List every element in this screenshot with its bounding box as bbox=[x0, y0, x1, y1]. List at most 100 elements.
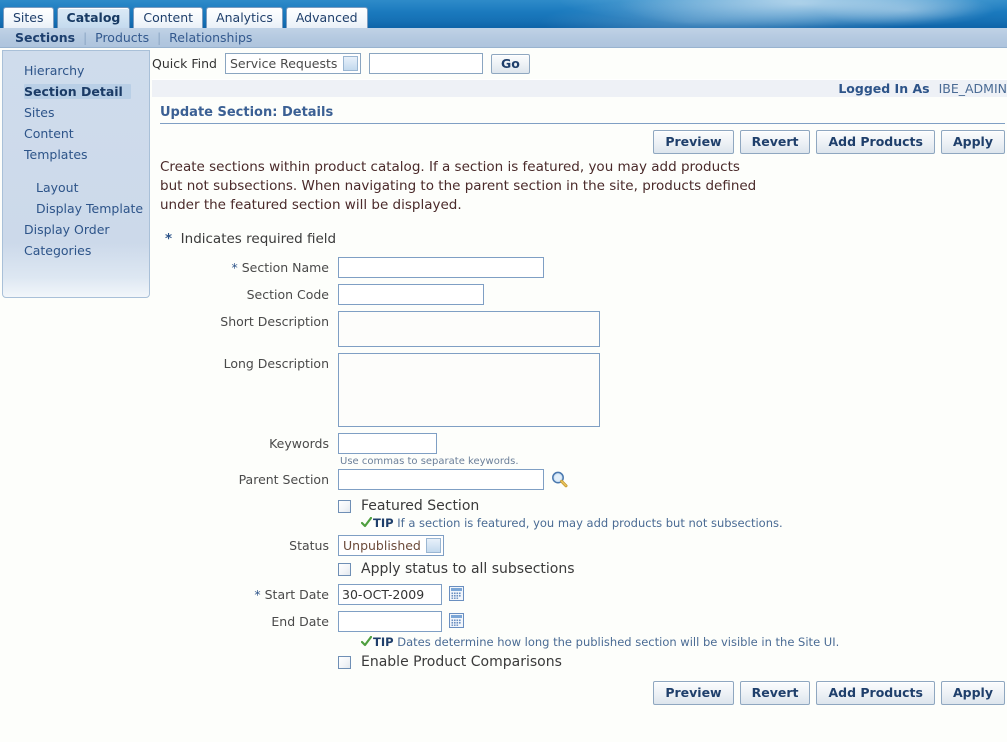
banner-swoosh-decoration bbox=[560, 0, 1007, 26]
field-row-long-description: Long Description bbox=[160, 353, 1007, 427]
sidebar-item-label: Templates bbox=[24, 147, 88, 162]
tab-content-label: Content bbox=[143, 10, 194, 25]
add-products-button[interactable]: Add Products bbox=[816, 130, 935, 154]
parent-section-search-button[interactable] bbox=[551, 471, 568, 488]
keywords-control: Use commas to separate keywords. bbox=[338, 433, 519, 467]
application-window: Sites Catalog Content Analytics Advanced… bbox=[0, 0, 1007, 742]
sidebar-item-display-order[interactable]: Display Order bbox=[3, 219, 149, 240]
section-name-control bbox=[338, 257, 544, 278]
tab-analytics[interactable]: Analytics bbox=[206, 7, 283, 28]
bottom-action-button-row: Preview Revert Add Products Apply bbox=[160, 681, 1005, 705]
short-description-textarea[interactable] bbox=[338, 311, 600, 347]
parent-section-input[interactable] bbox=[338, 469, 544, 490]
dates-tip: TIP Dates determine how long the publish… bbox=[361, 635, 839, 649]
featured-section-checkbox[interactable] bbox=[338, 500, 351, 513]
parent-section-control bbox=[338, 469, 568, 490]
tip-label: TIP bbox=[373, 516, 394, 530]
label-text: Section Name bbox=[241, 260, 329, 275]
section-name-label: * Section Name bbox=[160, 257, 338, 275]
featured-section-tip: TIP If a section is featured, you may ad… bbox=[361, 516, 783, 530]
calendar-icon bbox=[449, 613, 464, 628]
keywords-hint: Use commas to separate keywords. bbox=[340, 456, 519, 467]
tip-text: If a section is featured, you may add pr… bbox=[397, 516, 783, 530]
dates-tip-row: TIP Dates determine how long the publish… bbox=[160, 634, 1007, 649]
long-description-textarea[interactable] bbox=[338, 353, 600, 427]
required-field-note: * Indicates required field bbox=[160, 231, 1007, 247]
status-select[interactable]: Unpublished bbox=[338, 535, 444, 556]
sidebar-item-section-detail[interactable]: Section Detail bbox=[3, 81, 149, 102]
apply-status-all-checkbox[interactable] bbox=[338, 563, 351, 576]
long-description-control bbox=[338, 353, 600, 427]
status-control: Unpublished bbox=[338, 535, 444, 556]
tab-sites-label: Sites bbox=[13, 10, 44, 25]
page-title: Update Section: Details bbox=[160, 105, 334, 120]
quick-find-select[interactable]: Service Requests bbox=[224, 53, 361, 74]
subnav-separator: | bbox=[83, 30, 88, 45]
title-divider bbox=[160, 123, 1005, 124]
apply-button[interactable]: Apply bbox=[940, 130, 1005, 154]
keywords-label: Keywords bbox=[269, 436, 329, 451]
subnav-item-sections[interactable]: Sections bbox=[9, 30, 81, 45]
start-date-input[interactable] bbox=[338, 584, 442, 605]
sub-navigation-bar: Sections | Products | Relationships bbox=[0, 28, 1007, 48]
top-action-button-row: Preview Revert Add Products Apply bbox=[160, 130, 1005, 154]
preview-button[interactable]: Preview bbox=[653, 130, 734, 154]
required-note-text: Indicates required field bbox=[180, 231, 337, 247]
required-star: * bbox=[254, 587, 261, 602]
label-text: Start Date bbox=[264, 587, 329, 602]
tab-sites[interactable]: Sites bbox=[3, 7, 54, 28]
subnav-item-relationships[interactable]: Relationships bbox=[163, 30, 258, 45]
required-star: * bbox=[231, 260, 238, 275]
enable-product-comparisons-checkbox[interactable] bbox=[338, 656, 351, 669]
keywords-input[interactable] bbox=[338, 433, 437, 454]
tab-content[interactable]: Content bbox=[133, 7, 204, 28]
tab-advanced[interactable]: Advanced bbox=[285, 7, 368, 28]
start-date-control bbox=[338, 584, 464, 605]
field-row-parent-section: Parent Section bbox=[160, 469, 1007, 490]
status-label: Status bbox=[289, 538, 329, 553]
field-row-start-date: * Start Date bbox=[160, 584, 1007, 605]
subnav-item-products[interactable]: Products bbox=[89, 30, 155, 45]
logged-in-bar: Logged In As IBE_ADMIN bbox=[152, 79, 1007, 97]
sidebar-navigation: Hierarchy Section Detail Sites Content T… bbox=[2, 50, 150, 298]
long-description-label: Long Description bbox=[223, 356, 329, 371]
field-row-section-name: * Section Name bbox=[160, 257, 1007, 278]
short-description-label: Short Description bbox=[220, 314, 329, 329]
start-date-calendar-button[interactable] bbox=[449, 586, 464, 601]
sidebar-item-layout[interactable]: Layout bbox=[3, 177, 149, 198]
sidebar-item-label: Content bbox=[24, 126, 74, 141]
end-date-input[interactable] bbox=[338, 611, 442, 632]
subnav-separator: | bbox=[157, 30, 162, 45]
apply-button-bottom[interactable]: Apply bbox=[940, 681, 1005, 705]
logged-in-label: Logged In As bbox=[838, 81, 930, 96]
preview-button-bottom[interactable]: Preview bbox=[653, 681, 734, 705]
magnifier-icon bbox=[552, 471, 568, 488]
sidebar-item-content[interactable]: Content bbox=[3, 123, 149, 144]
revert-button-bottom[interactable]: Revert bbox=[739, 681, 811, 705]
sidebar-item-label: Categories bbox=[24, 243, 92, 258]
tip-text: Dates determine how long the published s… bbox=[397, 635, 840, 649]
featured-section-label: Featured Section bbox=[361, 498, 480, 514]
tab-catalog[interactable]: Catalog bbox=[56, 7, 131, 28]
quick-find-input[interactable] bbox=[368, 53, 483, 74]
field-row-apply-status-all: Apply status to all subsections bbox=[160, 560, 1007, 578]
sidebar-item-sites[interactable]: Sites bbox=[3, 102, 149, 123]
sidebar-item-categories[interactable]: Categories bbox=[3, 240, 149, 261]
quick-find-bar: Quick Find Service Requests Go bbox=[152, 53, 530, 74]
sidebar-item-display-template[interactable]: Display Template bbox=[3, 198, 149, 219]
field-row-keywords: Keywords Use commas to separate keywords… bbox=[160, 433, 1007, 467]
sidebar-item-label: Display Template bbox=[36, 201, 144, 216]
main-tab-bar: Sites Catalog Content Analytics Advanced bbox=[0, 7, 368, 28]
tip-label: TIP bbox=[373, 635, 394, 649]
add-products-button-bottom[interactable]: Add Products bbox=[816, 681, 935, 705]
quick-find-go-button[interactable]: Go bbox=[490, 53, 530, 74]
section-name-input[interactable] bbox=[338, 257, 544, 278]
sidebar-item-templates[interactable]: Templates bbox=[3, 144, 149, 165]
end-date-calendar-button[interactable] bbox=[449, 613, 464, 628]
revert-button[interactable]: Revert bbox=[739, 130, 811, 154]
section-detail-form: * Section Name Section Code Short Descri… bbox=[160, 257, 1007, 671]
tab-analytics-label: Analytics bbox=[216, 10, 273, 25]
sidebar-item-hierarchy[interactable]: Hierarchy bbox=[3, 60, 149, 81]
tab-catalog-label: Catalog bbox=[66, 10, 121, 25]
section-code-input[interactable] bbox=[338, 284, 484, 305]
